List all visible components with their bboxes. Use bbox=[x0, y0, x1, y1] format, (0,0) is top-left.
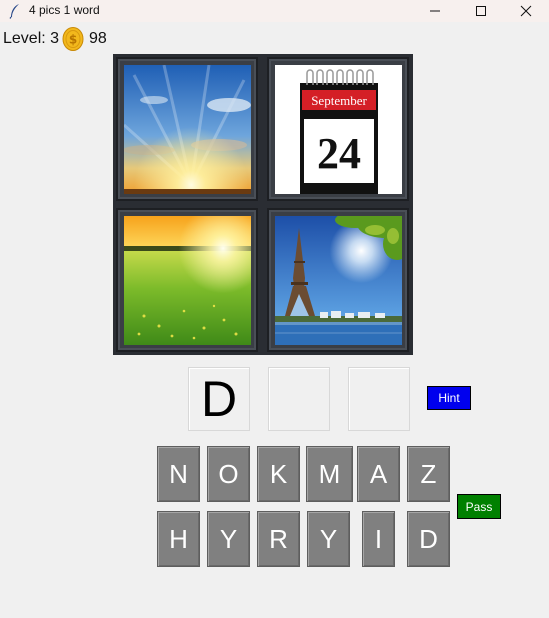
answer-slot-3[interactable] bbox=[348, 367, 410, 431]
window-title: 4 pics 1 word bbox=[29, 3, 100, 17]
maximize-icon bbox=[476, 6, 486, 16]
picture-tile-3 bbox=[116, 208, 258, 352]
sunrise-sky-picture bbox=[124, 65, 251, 194]
letter-key[interactable]: M bbox=[306, 446, 353, 502]
svg-text:$: $ bbox=[69, 33, 77, 47]
picture-tile-2: September 24 bbox=[267, 57, 409, 201]
minimize-button[interactable] bbox=[412, 0, 458, 22]
letter-key[interactable]: H bbox=[157, 511, 200, 567]
calendar-month: September bbox=[311, 93, 367, 108]
hint-button[interactable]: Hint bbox=[427, 386, 471, 410]
coin-icon: $ bbox=[62, 27, 84, 51]
coin-count: 98 bbox=[89, 30, 107, 47]
maximize-button[interactable] bbox=[458, 0, 504, 22]
letter-key[interactable]: R bbox=[257, 511, 300, 567]
letter-key[interactable]: Y bbox=[207, 511, 250, 567]
pass-button[interactable]: Pass bbox=[457, 494, 501, 519]
eiffel-tower-picture bbox=[275, 216, 402, 345]
picture-tile-4 bbox=[267, 208, 409, 352]
sunny-meadow-picture bbox=[124, 216, 251, 345]
close-icon bbox=[520, 5, 532, 17]
letter-key[interactable]: A bbox=[357, 446, 400, 502]
feather-icon bbox=[9, 4, 19, 19]
answer-slot-2[interactable] bbox=[268, 367, 330, 431]
calendar-day: 24 bbox=[317, 129, 361, 178]
title-bar: 4 pics 1 word bbox=[0, 0, 549, 22]
letter-key[interactable]: N bbox=[157, 446, 200, 502]
picture-grid: September 24 bbox=[113, 54, 413, 355]
calendar-picture: September 24 bbox=[275, 65, 402, 194]
level-label: Level: 3 bbox=[3, 30, 60, 47]
minimize-icon bbox=[430, 10, 440, 12]
answer-slot-1[interactable]: D bbox=[188, 367, 250, 431]
letter-key[interactable]: Z bbox=[407, 446, 450, 502]
picture-tile-1 bbox=[116, 57, 258, 201]
letter-key[interactable]: D bbox=[407, 511, 450, 567]
letter-key[interactable]: K bbox=[257, 446, 300, 502]
letter-key[interactable]: Y bbox=[307, 511, 350, 567]
letter-key[interactable]: O bbox=[207, 446, 250, 502]
letter-key[interactable]: I bbox=[362, 511, 395, 567]
close-button[interactable] bbox=[503, 0, 549, 22]
